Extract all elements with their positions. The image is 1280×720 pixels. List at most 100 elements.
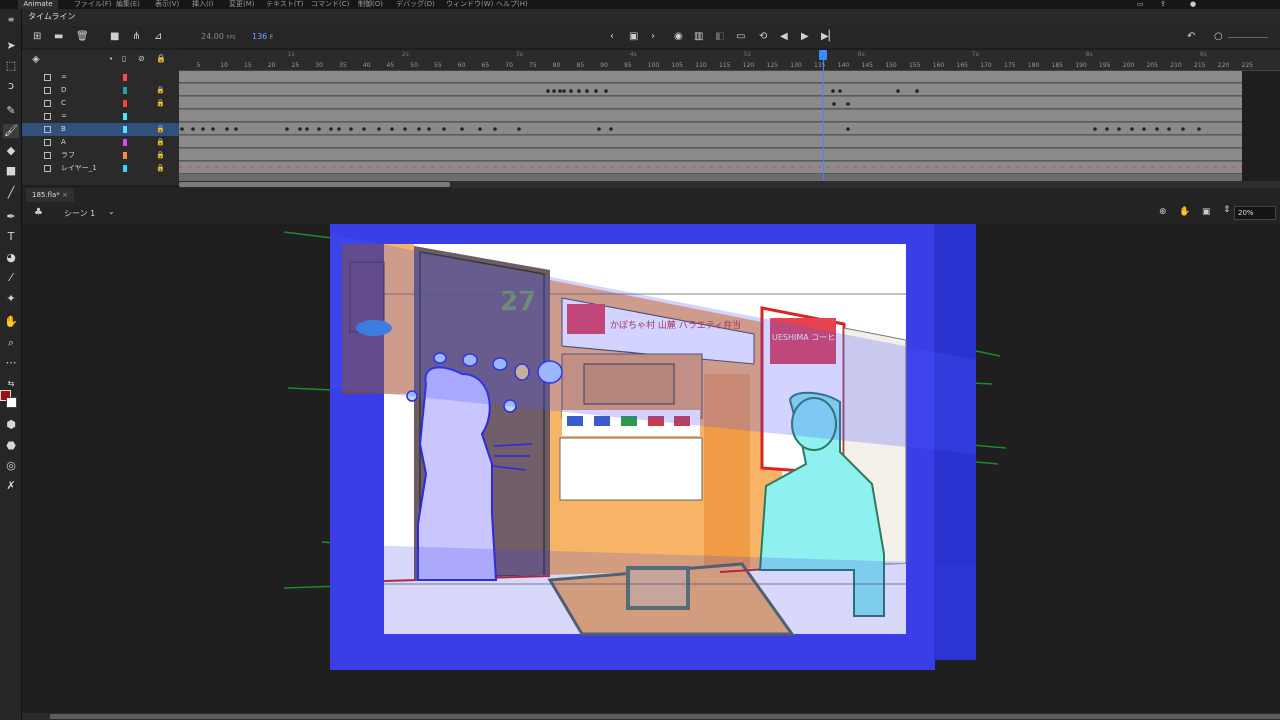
frame-tracks[interactable] [179, 71, 1242, 181]
zoom-tool-icon[interactable]: ⌕ [3, 336, 19, 350]
menu-control[interactable]: 制御(O) [358, 0, 383, 8]
panel-menu-icon[interactable]: ≡ [3, 13, 19, 27]
menu-window[interactable]: ウィンドウ(W) [446, 0, 493, 8]
eyedropper-tool-icon[interactable]: ⁄ [3, 271, 19, 285]
menu-file[interactable]: ファイル(F) [74, 0, 112, 8]
layer-color-swatch[interactable] [123, 100, 127, 107]
timeline-scrollbar[interactable] [179, 181, 1280, 188]
layer-name[interactable]: = [61, 110, 67, 123]
layer-color-swatch[interactable] [123, 139, 127, 146]
layer-name[interactable]: ラフ [61, 149, 75, 162]
layer-row[interactable]: B 🔒 [22, 123, 179, 136]
layer-name[interactable]: レイヤー_1 [61, 162, 97, 175]
center-stage-icon[interactable]: ⊕ [1159, 207, 1167, 217]
subselection-tool-icon[interactable]: ⬚ [3, 59, 19, 73]
menu-edit[interactable]: 編集(E) [116, 0, 140, 8]
paint-bucket-icon[interactable]: ◕ [3, 251, 19, 265]
timeline-tab[interactable]: タイムライン [28, 11, 75, 22]
layer-color-swatch[interactable] [123, 165, 127, 172]
layer-name[interactable]: B [61, 123, 66, 136]
layer-row[interactable]: レイヤー_1 🔒 [22, 162, 179, 175]
lock-icon[interactable]: 🔒 [156, 97, 165, 110]
play-icon[interactable]: ▶ [801, 31, 809, 43]
frame-ruler[interactable]: 5 10 15 20 25 30 35 40 45 50 55 60 65 70 75 80 85 90 95 100… [179, 50, 1280, 71]
new-layer-icon[interactable]: ⊞ [33, 31, 41, 43]
swap-colors-icon[interactable]: ⇆ [3, 377, 19, 391]
loop-playback-icon[interactable]: ⟲ [759, 31, 767, 43]
fps-display[interactable]: 24.00 FPS [201, 32, 236, 41]
stage-hscroll-thumb[interactable] [50, 714, 1280, 719]
rectangle-tool-icon[interactable]: ■ [3, 164, 19, 178]
selection-tool-icon[interactable]: ➤ [3, 39, 19, 53]
next-keyframe-icon[interactable]: › [651, 31, 655, 43]
layer-row[interactable]: = [22, 71, 179, 84]
layer-color-swatch[interactable] [123, 74, 127, 81]
show-all-icon[interactable]: • [109, 55, 113, 63]
graph-icon[interactable]: ⊿ [154, 31, 162, 43]
pencil-tool-icon[interactable]: ✎ [3, 104, 19, 118]
menu-help[interactable]: ヘルプ(H) [496, 0, 528, 8]
frame-display[interactable]: 136 F [252, 32, 273, 41]
lasso-tool-icon[interactable]: ↄ [3, 79, 19, 93]
lock-icon[interactable]: 🔒 [156, 149, 165, 162]
camera-icon[interactable]: ■ [110, 31, 119, 43]
onion-skin-outlines-icon[interactable]: ▥ [694, 31, 703, 43]
edit-multiple-icon[interactable]: ◧ [715, 31, 724, 43]
menu-commands[interactable]: コマンド(C) [311, 0, 349, 8]
user-icon[interactable]: ● [1190, 0, 1196, 8]
lock-icon[interactable]: 🔒 [156, 136, 165, 149]
lock-icon[interactable]: 🔒 [156, 162, 165, 175]
loop-icon[interactable]: ▭ [736, 31, 745, 43]
app-menu[interactable]: Animate [18, 0, 58, 9]
prev-keyframe-icon[interactable]: ‹ [610, 31, 614, 43]
layer-name[interactable]: C [61, 97, 66, 110]
layer-color-swatch[interactable] [123, 87, 127, 94]
text-tool-icon[interactable]: T [3, 230, 19, 244]
menu-debug[interactable]: デバッグ(D) [396, 0, 435, 8]
insert-keyframe-icon[interactable]: ▣ [629, 31, 638, 43]
layer-row[interactable]: = [22, 110, 179, 123]
undo-icon[interactable]: ↶ [1187, 31, 1195, 43]
upload-icon[interactable]: ⇪ [1160, 0, 1166, 8]
zoom-field[interactable]: 20% [1234, 206, 1276, 220]
delete-layer-icon[interactable]: 🗑 [76, 31, 89, 43]
object-drawing-icon[interactable]: ⬢ [3, 418, 19, 432]
playhead-handle[interactable] [819, 50, 827, 60]
lock-icon[interactable]: 🔒 [156, 84, 165, 97]
playhead[interactable] [822, 52, 824, 182]
timeline-scroll-thumb[interactable] [179, 182, 450, 187]
layer-color-swatch[interactable] [123, 113, 127, 120]
zoom-slider-track[interactable] [1228, 37, 1268, 38]
menu-text[interactable]: テキスト(T) [266, 0, 304, 8]
layer-row[interactable]: ラフ 🔒 [22, 149, 179, 162]
zoom-stepper-icon[interactable]: ⇕ [1223, 205, 1231, 215]
zoom-slider-knob-icon[interactable]: ○ [1214, 31, 1223, 43]
scene-dropdown-icon[interactable]: ⌄ [108, 207, 115, 216]
layer-color-swatch[interactable] [123, 126, 127, 133]
layer-row[interactable]: D 🔒 [22, 84, 179, 97]
brush-tool-icon[interactable]: 🖌 [3, 124, 19, 138]
fill-color-swatch[interactable] [6, 397, 17, 408]
document-tab[interactable]: 185.fla* × [26, 188, 74, 202]
menu-modify[interactable]: 変更(M) [229, 0, 255, 8]
layer-name[interactable]: = [61, 71, 67, 84]
hand-tool-icon[interactable]: ✋ [3, 315, 19, 329]
layer-parenting-icon[interactable]: ⋔ [132, 31, 140, 43]
pen-tool-icon[interactable]: ✒ [3, 210, 19, 224]
layer-row[interactable]: C 🔒 [22, 97, 179, 110]
menu-view[interactable]: 表示(V) [155, 0, 179, 8]
onion-skin-icon[interactable]: ◉ [674, 31, 683, 43]
eraser-tool-icon[interactable]: ◆ [3, 144, 19, 158]
window-icon[interactable]: ▭ [1137, 0, 1144, 8]
layer-name[interactable]: A [61, 136, 66, 149]
close-tab-icon[interactable]: × [62, 191, 68, 199]
outline-icon[interactable]: ▯ [122, 54, 126, 63]
stage-area[interactable]: 27 かぼちゃ村 山麓 バラエティ弁当 UESHIMA コーヒー [22, 224, 1280, 714]
scene-name[interactable]: シーン 1 [64, 208, 95, 219]
menu-insert[interactable]: 挿入(I) [192, 0, 214, 8]
step-back-icon[interactable]: ◀ [780, 31, 788, 43]
more-tools-icon[interactable]: ⋯ [3, 356, 19, 370]
new-folder-icon[interactable]: ▬ [54, 31, 63, 43]
hide-icon[interactable]: ⊘ [138, 54, 145, 63]
rotate-stage-icon[interactable]: ✋ [1179, 207, 1190, 217]
